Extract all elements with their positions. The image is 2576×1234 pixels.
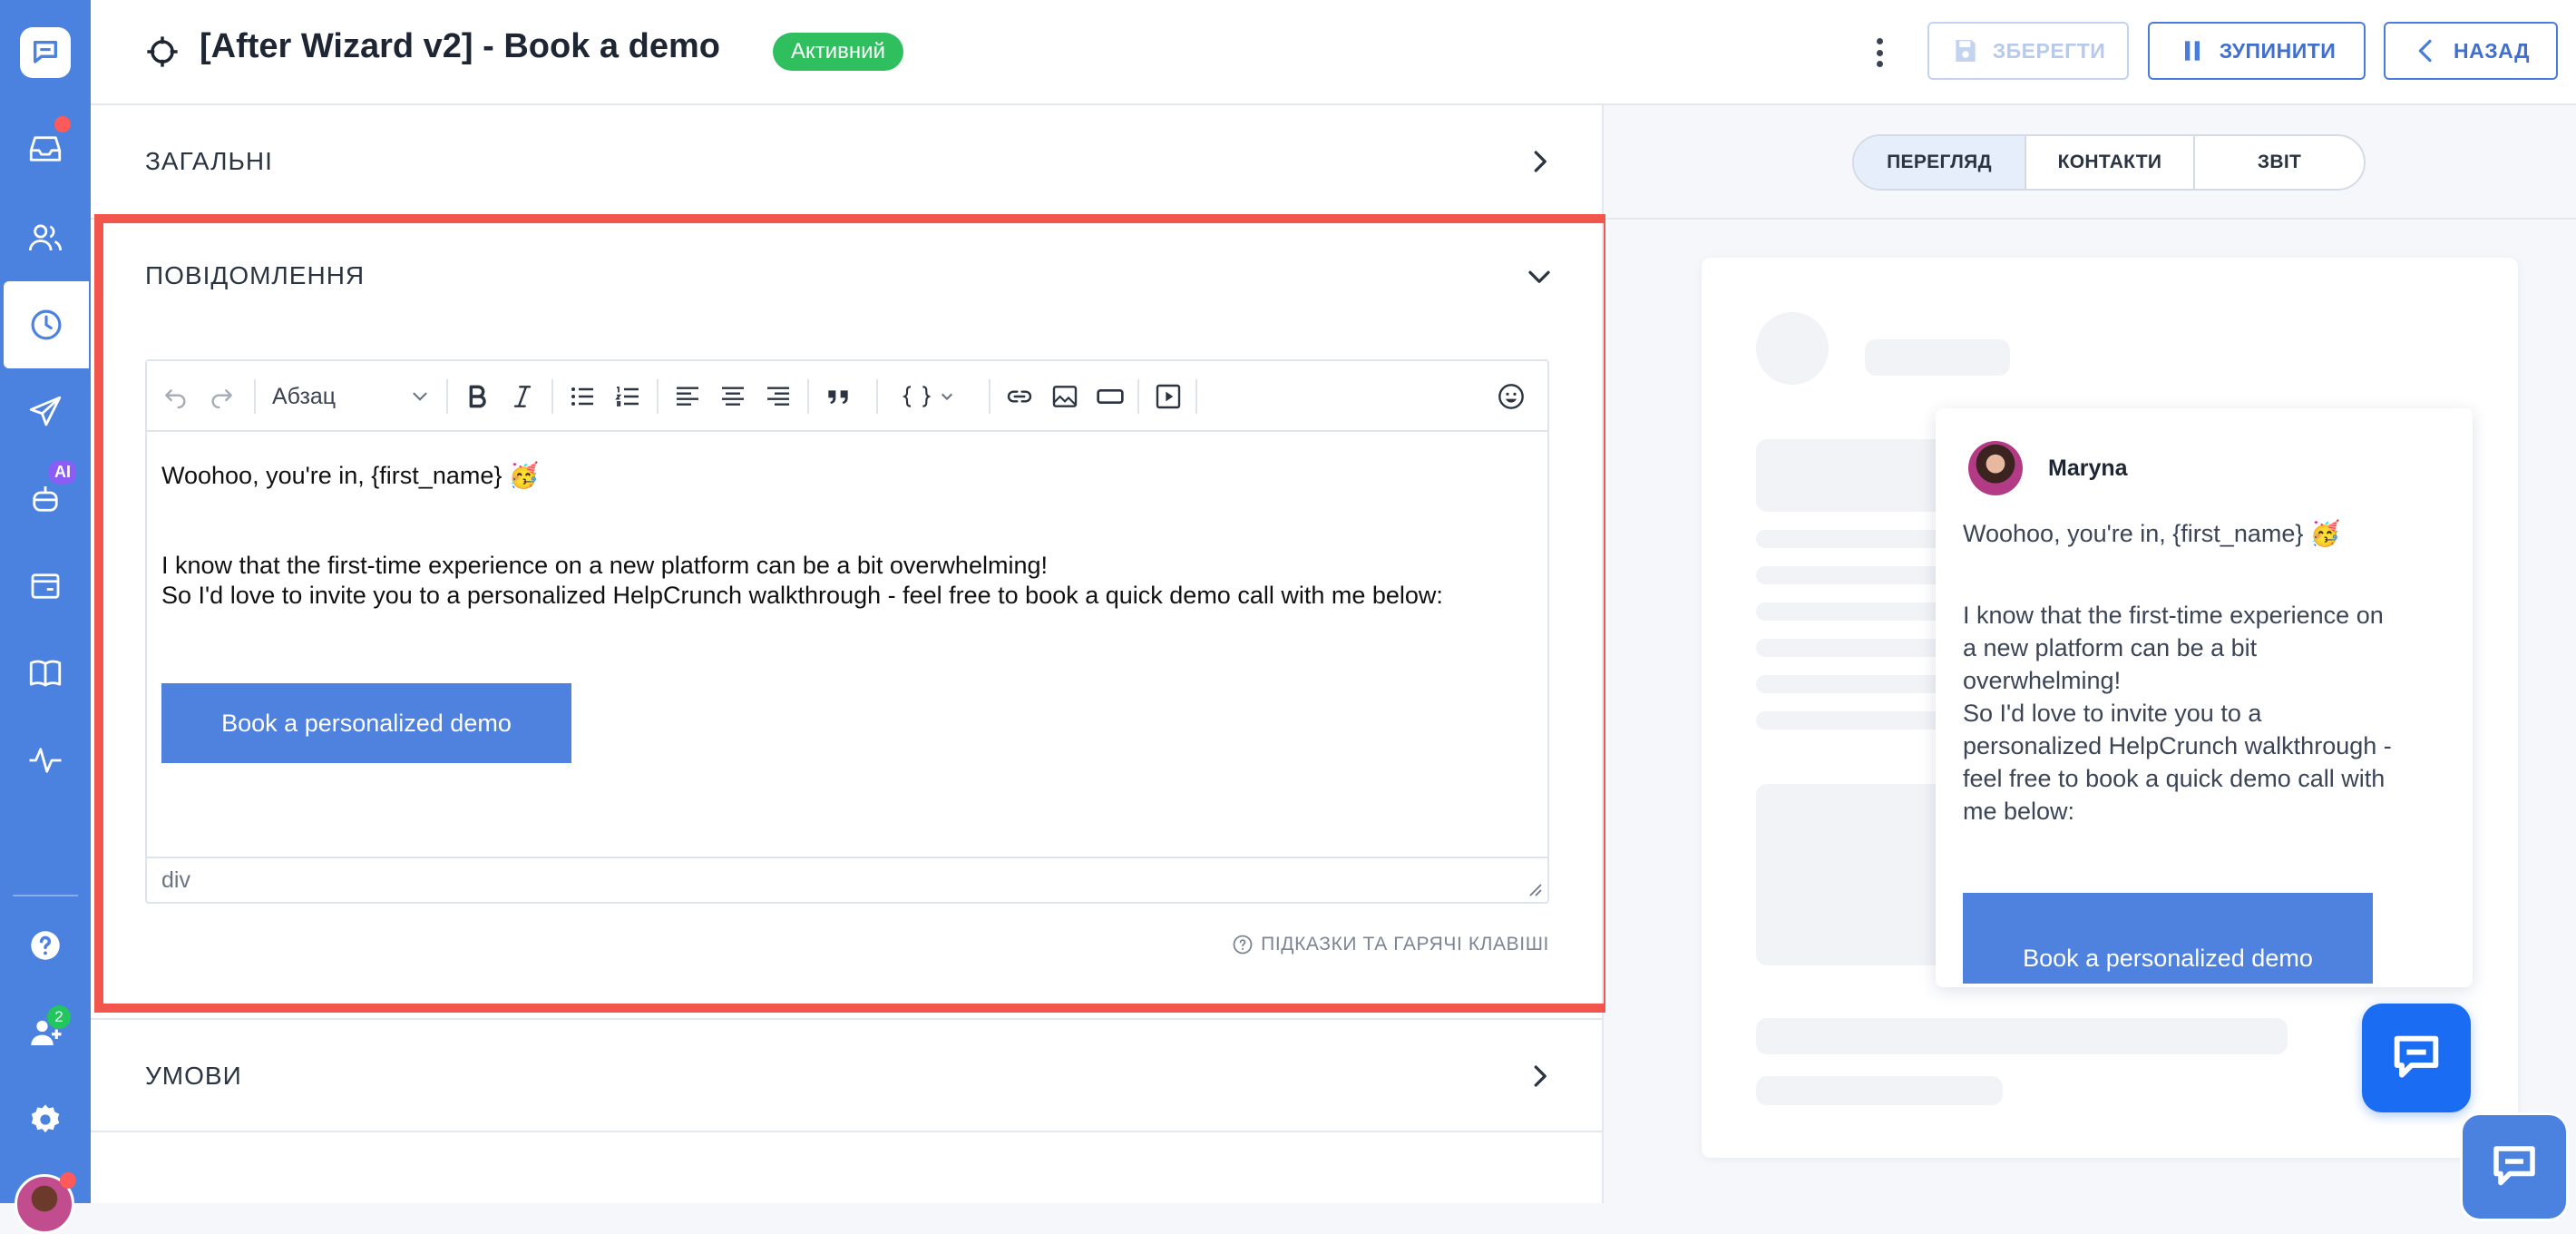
preview-tabs: ПЕРЕГЛЯД КОНТАКТИ ЗВІТ (1852, 134, 2366, 191)
preview-line: So I'd love to invite you to a (1963, 700, 2262, 727)
widgets-icon (31, 573, 60, 599)
skeleton-line (1756, 602, 1956, 621)
inbox-icon (29, 136, 62, 162)
preview-line: feel free to book a quick demo call with (1963, 765, 2386, 792)
preview-message: Woohoo, you're in, {first_name} 🥳 I know… (1963, 517, 2453, 828)
divider (1605, 218, 2576, 220)
chat-bubble-icon (2493, 1146, 2535, 1186)
chat-launcher-button[interactable] (2362, 1004, 2471, 1112)
preview-line: I know that the first-time experience on (1963, 602, 2384, 629)
section-general[interactable]: ЗАГАЛЬНІ (91, 105, 1604, 218)
skeleton-line (1865, 339, 2010, 376)
support-chat-button[interactable] (2460, 1112, 2569, 1221)
send-icon (29, 396, 62, 426)
section-general-label: ЗАГАЛЬНІ (145, 147, 273, 175)
team-count-badge: 2 (47, 1005, 71, 1029)
automations-icon (31, 309, 62, 340)
agent-avatar (1968, 441, 2023, 495)
sidebar-item-campaigns[interactable] (0, 368, 91, 455)
contacts-icon (28, 224, 63, 251)
pulse-icon (29, 748, 62, 773)
section-conditions[interactable]: УМОВИ (91, 1020, 1604, 1132)
sidebar-item-contacts[interactable] (0, 194, 91, 281)
skeleton-line (1756, 711, 1956, 730)
sidebar-item-widgets[interactable] (0, 543, 91, 630)
sidebar-item-reports[interactable] (0, 717, 91, 804)
sidebar: AI 2 (0, 0, 91, 1234)
skeleton-line (1756, 1018, 2288, 1054)
skeleton-line (1756, 566, 1956, 584)
more-options-icon[interactable] (1863, 34, 1896, 71)
highlight-frame (94, 214, 1613, 1013)
skeleton-line (1756, 639, 1956, 657)
top-bar: [After Wizard v2] - Book a demo Активний… (91, 0, 2576, 105)
skeleton-line (1756, 1076, 2003, 1105)
skeleton-line (1756, 530, 1956, 548)
book-icon (29, 660, 62, 687)
tab-preview[interactable]: ПЕРЕГЛЯД (1854, 136, 2025, 189)
sidebar-item-knowledge-base[interactable] (0, 630, 91, 717)
back-label: НАЗАД (2454, 38, 2530, 63)
editor-panel: ЗАГАЛЬНІ ПОВІДОМЛЕННЯ Абзац Woohoo, you'… (91, 105, 1613, 1203)
preview-greeting: Woohoo, you're in, {first_name} 🥳 (1963, 520, 2341, 547)
back-button[interactable]: НАЗАД (2384, 22, 2558, 80)
skeleton-avatar (1756, 312, 1829, 385)
tab-contacts[interactable]: КОНТАКТИ (2025, 136, 2193, 189)
sidebar-item-help[interactable] (0, 902, 91, 989)
settings-icon (31, 1104, 60, 1133)
crosshair-icon (147, 36, 178, 67)
sidebar-item-ai-bot[interactable] (0, 455, 91, 543)
stop-label: ЗУПИНИТИ (2219, 38, 2337, 63)
section-conditions-label: УМОВИ (145, 1062, 242, 1090)
ai-badge: AI (49, 461, 76, 484)
page-title: [After Wizard v2] - Book a demo (200, 27, 720, 65)
agent-name: Maryna (2048, 455, 2128, 481)
help-icon (31, 931, 60, 960)
unread-dot (54, 116, 71, 132)
ai-bot-icon (33, 486, 58, 512)
pause-icon (2184, 41, 2200, 61)
save-button[interactable]: ЗБЕРЕГТИ (1927, 22, 2129, 80)
preview-line: personalized HelpCrunch walkthrough - (1963, 732, 2392, 759)
preview-demo-button[interactable]: Book a personalized demo (1963, 893, 2373, 984)
chevron-right-icon (1534, 151, 1547, 172)
chevron-left-icon (2418, 39, 2432, 63)
skeleton-block (1756, 784, 1956, 965)
message-preview-card: Maryna Woohoo, you're in, {first_name} 🥳… (1936, 408, 2473, 987)
chat-logo-icon[interactable] (20, 27, 71, 78)
status-badge: Активний (773, 33, 903, 71)
sidebar-item-team[interactable] (0, 989, 91, 1076)
chat-bubble-icon (2394, 1035, 2439, 1078)
skeleton-line (1756, 675, 1956, 693)
tab-report[interactable]: ЗВІТ (2193, 136, 2364, 189)
save-label: ЗБЕРЕГТИ (1992, 38, 2106, 63)
divider (91, 1131, 1604, 1132)
preview-line: me below: (1963, 798, 2075, 825)
sidebar-item-automations[interactable] (4, 281, 89, 368)
app: AI 2 [After Wizard v2] - Book a demo Акт… (0, 0, 2576, 1234)
save-icon (1956, 40, 1976, 62)
avatar-status-dot (60, 1172, 76, 1189)
sidebar-item-settings[interactable] (0, 1076, 91, 1163)
sidebar-divider (13, 895, 78, 896)
chevron-right-icon (1534, 1065, 1547, 1087)
preview-line: overwhelming! (1963, 667, 2122, 694)
sidebar-item-inbox[interactable] (0, 105, 91, 192)
preview-line: a new platform can be a bit (1963, 634, 2258, 661)
stop-button[interactable]: ЗУПИНИТИ (2148, 22, 2366, 80)
